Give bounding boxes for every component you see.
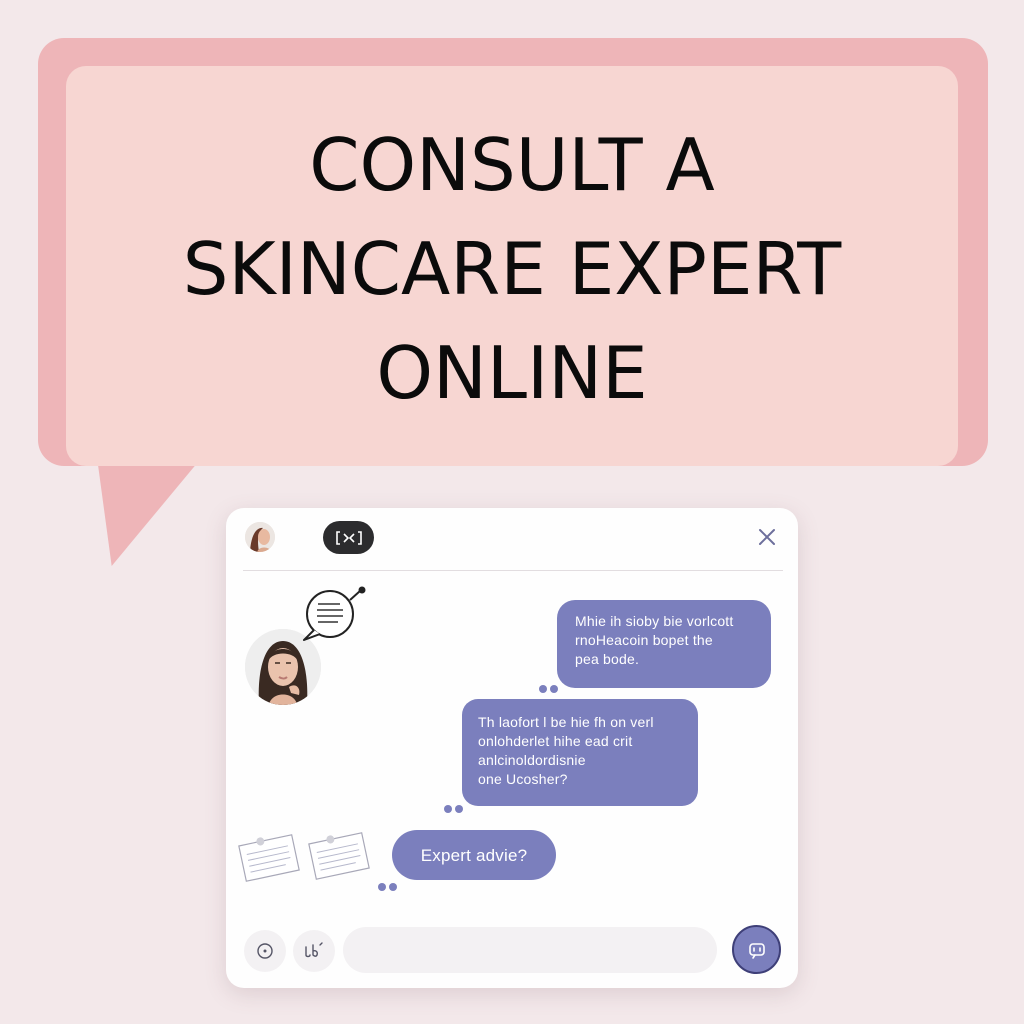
send-button[interactable] bbox=[732, 925, 781, 974]
headline: CONSULT A SKINCARE EXPERT ONLINE bbox=[183, 107, 841, 425]
message-input[interactable] bbox=[343, 927, 717, 973]
message-1-line-1: Mhie ih sioby bie vorlcott bbox=[575, 613, 734, 629]
voice-icon bbox=[305, 942, 323, 958]
avatar-portrait-icon bbox=[245, 522, 275, 552]
header-divider bbox=[243, 570, 783, 571]
banner-panel: CONSULT A SKINCARE EXPERT ONLINE bbox=[66, 66, 958, 466]
typing-indicator-1 bbox=[539, 685, 558, 693]
send-icon bbox=[748, 942, 765, 959]
close-icon bbox=[759, 529, 775, 545]
message-1-line-2: rnoHeacoin bopet the bbox=[575, 632, 713, 648]
emoji-icon bbox=[257, 943, 273, 959]
message-bubble-1: Mhie ih sioby bie vorlcott rnoHeacoin bo… bbox=[557, 600, 771, 688]
voice-button[interactable] bbox=[293, 930, 335, 972]
headline-line-1: CONSULT A bbox=[309, 123, 715, 207]
banner-tail bbox=[96, 450, 208, 566]
message-bubble-3: Expert advie? bbox=[392, 830, 556, 880]
headline-line-3: ONLINE bbox=[376, 331, 648, 415]
note-card-icon bbox=[236, 830, 302, 886]
expand-button[interactable] bbox=[323, 521, 374, 554]
message-2-line-4: one Ucosher? bbox=[478, 771, 568, 787]
headline-line-2: SKINCARE EXPERT bbox=[182, 227, 842, 311]
expand-icon bbox=[335, 530, 362, 545]
message-bubble-2: Th laofort l be hie fh on verl onlohderl… bbox=[462, 699, 698, 806]
typing-indicator-2 bbox=[444, 805, 463, 813]
header-avatar[interactable] bbox=[245, 522, 275, 552]
emoji-button[interactable] bbox=[244, 930, 286, 972]
message-2-line-1: Th laofort l be hie fh on verl bbox=[478, 714, 654, 730]
chat-header bbox=[226, 508, 798, 570]
message-2-line-2: onlohderlet hihe ead crit bbox=[478, 733, 633, 749]
note-card-icon bbox=[306, 828, 372, 884]
message-2-line-3: anlcinoldordisnie bbox=[478, 752, 586, 768]
chat-window: Mhie ih sioby bie vorlcott rnoHeacoin bo… bbox=[226, 508, 798, 988]
close-button[interactable] bbox=[756, 526, 778, 548]
message-3-text: Expert advie? bbox=[420, 845, 528, 865]
typing-indicator-3 bbox=[378, 883, 397, 891]
thought-bubble-icon bbox=[300, 586, 370, 646]
message-1-line-3: pea bode. bbox=[575, 651, 640, 667]
